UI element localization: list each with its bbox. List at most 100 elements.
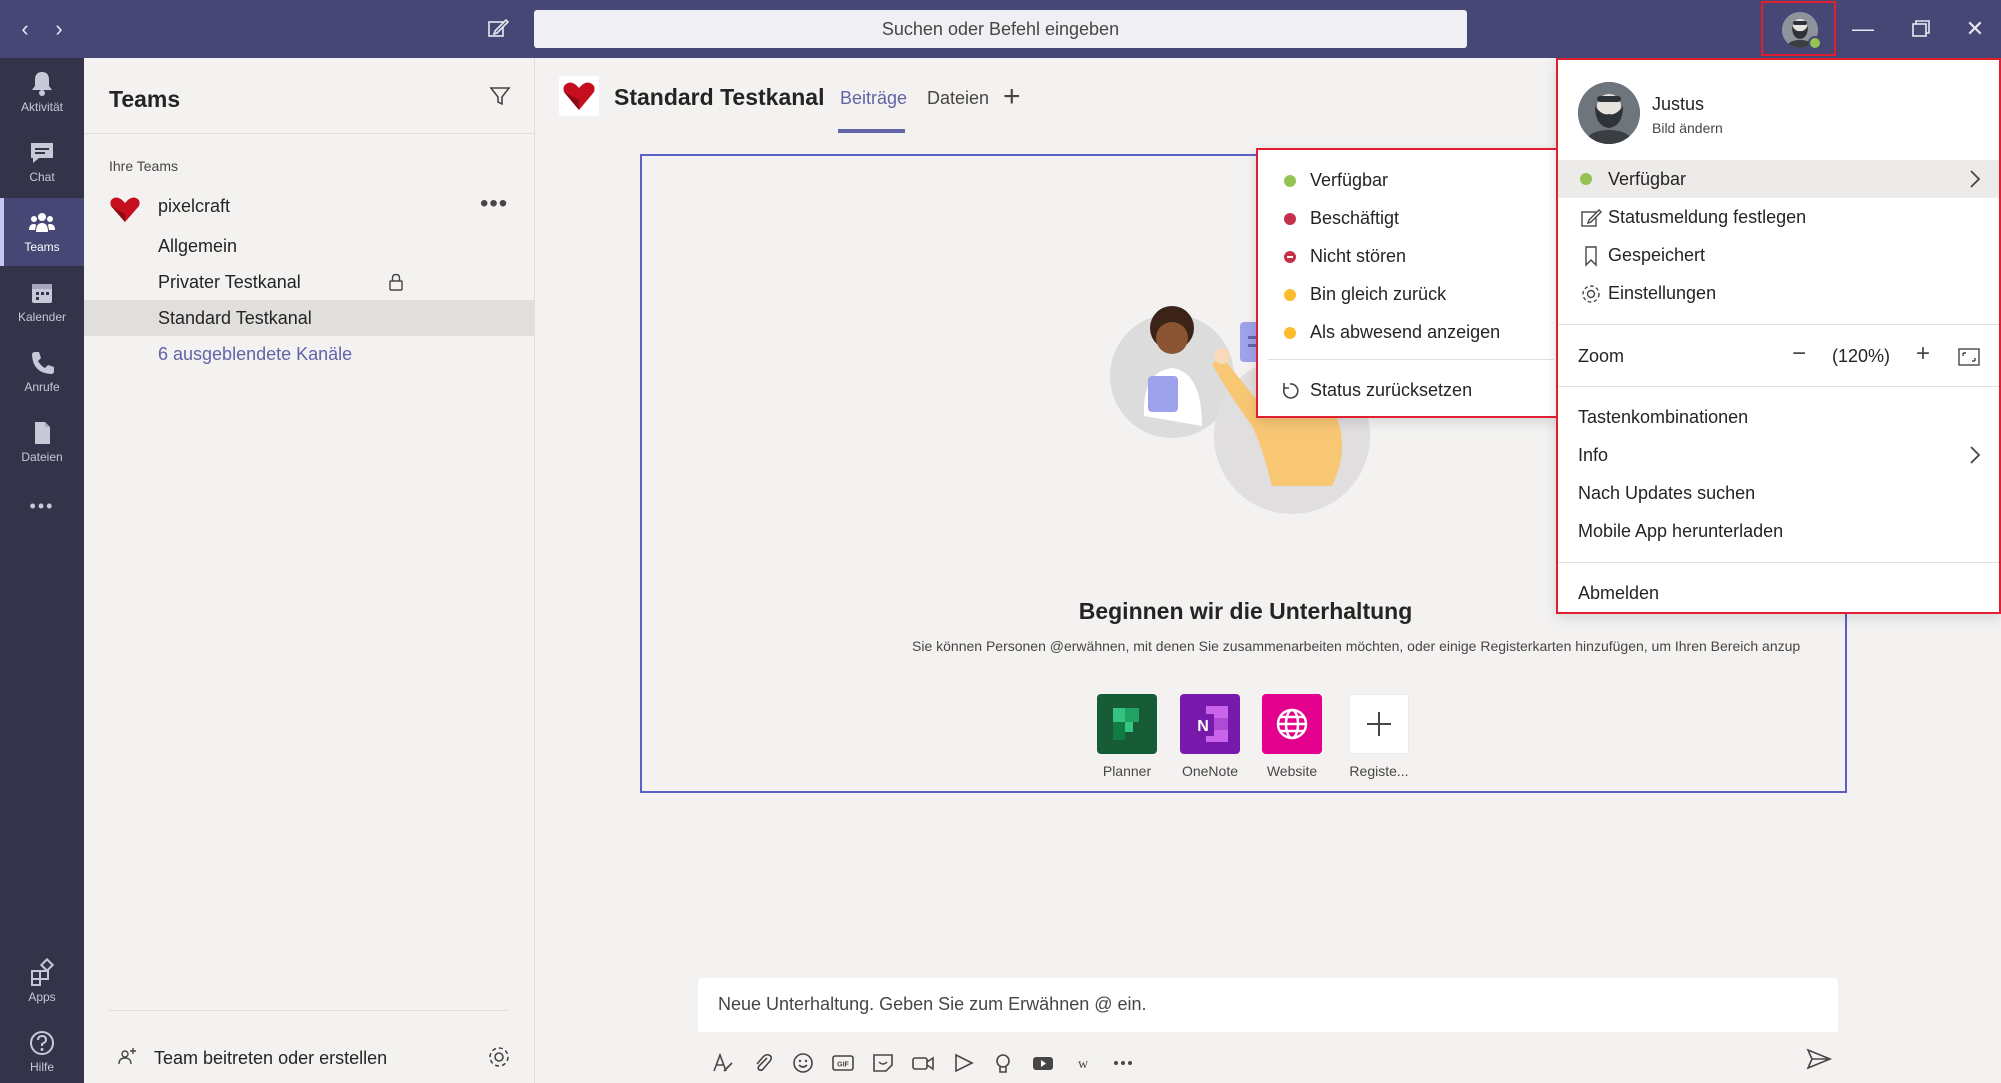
praise-icon[interactable] [990, 1051, 1016, 1075]
check-updates-item[interactable]: Nach Updates suchen [1558, 474, 1999, 512]
status-menu-item[interactable]: Verfügbar [1558, 160, 1999, 198]
send-icon[interactable] [1805, 1045, 1833, 1073]
plus-icon [1367, 712, 1391, 736]
composer-placeholder: Neue Unterhaltung. Geben Sie zum Erwähne… [718, 994, 1147, 1014]
hidden-channels-link[interactable]: 6 ausgeblendete Kanäle [84, 336, 535, 372]
settings-item[interactable]: Einstellungen [1558, 274, 1999, 312]
status-dnd-dot-icon [1284, 251, 1296, 263]
divider [1558, 386, 1999, 387]
status-option-away[interactable]: Als abwesend anzeigen [1258, 314, 1564, 352]
phone-icon [32, 352, 54, 374]
zoom-value: (120%) [1832, 346, 1891, 366]
stream-icon[interactable] [950, 1051, 976, 1075]
zoom-in-button[interactable]: + [1916, 340, 1930, 368]
add-tab-label: Registe... [1349, 763, 1409, 779]
website-app-button[interactable] [1262, 694, 1322, 754]
your-teams-label: Ihre Teams [109, 158, 178, 174]
onenote-icon: N [1192, 706, 1228, 742]
new-conversation-input[interactable]: Neue Unterhaltung. Geben Sie zum Erwähne… [698, 978, 1838, 1032]
channel-item[interactable]: Privater Testkanal [84, 264, 535, 300]
back-arrow-icon[interactable]: ‹ [10, 14, 40, 44]
zoom-reset-icon[interactable] [1958, 348, 1980, 366]
status-submenu: Verfügbar Beschäftigt Nicht stören Bin g… [1256, 148, 1566, 418]
channel-item-active[interactable]: Standard Testkanal [84, 300, 535, 336]
sign-out-item[interactable]: Abmelden [1558, 574, 1999, 612]
more-options-icon[interactable] [1110, 1051, 1136, 1075]
tab-posts[interactable]: Beiträge [840, 88, 907, 109]
rail-item-activity[interactable]: Aktivität [0, 58, 84, 126]
profile-avatar-button[interactable] [1761, 1, 1836, 56]
status-option-busy[interactable]: Beschäftigt [1258, 200, 1564, 238]
attach-icon[interactable] [750, 1051, 776, 1075]
zoom-out-button[interactable]: − [1792, 340, 1806, 368]
check-updates-label: Nach Updates suchen [1578, 483, 1756, 503]
compose-icon[interactable] [482, 14, 514, 44]
globe-icon [1276, 708, 1308, 740]
team-more-options-icon[interactable]: ••• [480, 190, 508, 218]
change-picture-link[interactable]: Bild ändern [1652, 120, 1723, 136]
reset-icon [1282, 383, 1299, 399]
rail-label: Dateien [21, 450, 63, 464]
reset-status-button[interactable]: Status zurücksetzen [1258, 372, 1564, 410]
rail-label: Apps [28, 990, 56, 1004]
join-create-team-button[interactable]: Team beitreten oder erstellen [84, 1038, 535, 1082]
gear-icon[interactable] [486, 1044, 512, 1070]
add-tab-button[interactable]: + [1003, 80, 1021, 114]
filter-icon[interactable] [488, 84, 512, 108]
info-item[interactable]: Info [1558, 436, 1999, 474]
rail-item-files[interactable]: Dateien [0, 408, 84, 476]
status-option-brb[interactable]: Bin gleich zurück [1258, 276, 1564, 314]
profile-avatar[interactable] [1578, 82, 1640, 144]
chevron-right-icon [1970, 446, 1981, 464]
divider [1558, 324, 1999, 325]
channel-item[interactable]: Allgemein [84, 228, 535, 264]
status-option-dnd[interactable]: Nicht stören [1258, 238, 1564, 276]
search-input[interactable]: Suchen oder Befehl eingeben [534, 10, 1467, 48]
keyboard-shortcuts-label: Tastenkombinationen [1578, 407, 1749, 427]
file-icon [35, 422, 50, 444]
divider [109, 1010, 509, 1011]
emoji-icon[interactable] [790, 1051, 816, 1075]
download-mobile-app-label: Mobile App herunterladen [1578, 521, 1784, 541]
tab-files[interactable]: Dateien [927, 88, 989, 109]
chat-icon [31, 143, 53, 163]
status-brb-dot-icon [1284, 289, 1296, 301]
add-tab-app-button[interactable] [1349, 694, 1409, 754]
rail-item-teams[interactable]: Teams [0, 198, 84, 266]
rail-item-calendar[interactable]: Kalender [0, 268, 84, 336]
welcome-subtitle: Sie können Personen @erwähnen, mit denen… [912, 638, 1801, 654]
more-apps-icon[interactable]: ••• [0, 486, 84, 526]
gif-icon[interactable]: GIF [830, 1051, 856, 1075]
status-option-available[interactable]: Verfügbar [1258, 162, 1564, 200]
close-window-icon[interactable]: ✕ [1957, 12, 1993, 46]
restore-icon[interactable] [1902, 12, 1938, 46]
forward-arrow-icon[interactable]: › [44, 14, 74, 44]
youtube-icon[interactable] [1030, 1051, 1056, 1075]
website-label: Website [1266, 763, 1318, 779]
keyboard-shortcuts-item[interactable]: Tastenkombinationen [1558, 398, 1999, 436]
format-icon[interactable] [710, 1051, 736, 1075]
onenote-app-button[interactable]: N [1180, 694, 1240, 754]
set-status-message-label: Statusmeldung festlegen [1608, 207, 1807, 227]
rail-item-apps[interactable]: Apps [0, 948, 84, 1016]
rail-item-calls[interactable]: Anrufe [0, 338, 84, 406]
rail-item-chat[interactable]: Chat [0, 128, 84, 196]
teams-panel-title: Teams [109, 86, 181, 112]
svg-text:w: w [1078, 1057, 1089, 1072]
rail-item-help[interactable]: Hilfe [0, 1018, 84, 1083]
sticker-icon[interactable] [870, 1051, 896, 1075]
team-row-pixelcraft[interactable]: pixelcraft ••• [84, 186, 535, 226]
team-name: pixelcraft [158, 196, 231, 216]
set-status-message-item[interactable]: Statusmeldung festlegen [1558, 198, 1999, 236]
wikipedia-icon[interactable]: w [1070, 1051, 1096, 1075]
rail-label: Teams [24, 240, 60, 254]
team-logo-icon [110, 197, 140, 222]
download-mobile-app-item[interactable]: Mobile App herunterladen [1558, 512, 1999, 550]
meet-now-icon[interactable] [910, 1051, 936, 1075]
minimize-icon[interactable]: — [1845, 12, 1881, 46]
status-option-label: Bin gleich zurück [1310, 284, 1447, 304]
channel-title: Standard Testkanal [614, 84, 825, 110]
planner-app-button[interactable] [1097, 694, 1157, 754]
divider [1268, 359, 1554, 360]
saved-item[interactable]: Gespeichert [1558, 236, 1999, 274]
